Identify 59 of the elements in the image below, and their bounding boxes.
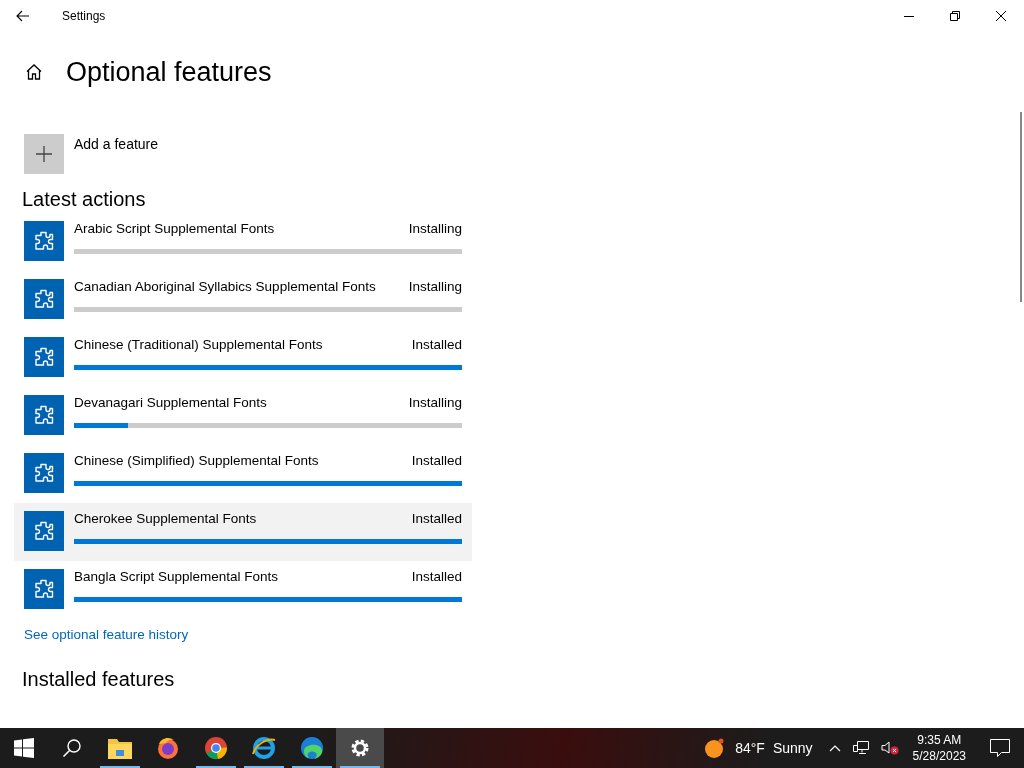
feature-row[interactable]: Chinese (Traditional) Supplemental Fonts Installed — [14, 329, 472, 387]
puzzle-icon — [24, 453, 64, 493]
window-title: Settings — [62, 9, 106, 23]
chevron-up-icon[interactable] — [828, 744, 841, 752]
feature-row[interactable]: Canadian Aboriginal Syllabics Supplemental Fonts Installing — [14, 271, 472, 329]
letter-e-icon — [251, 736, 277, 760]
home-icon[interactable] — [25, 63, 43, 81]
add-feature-label[interactable]: Add a feature — [74, 136, 159, 152]
feature-row[interactable]: Cherokee Supplemental Fonts Installed — [14, 503, 472, 561]
feature-status: Installed — [411, 337, 462, 352]
puzzle-icon — [24, 279, 64, 319]
puzzle-icon — [24, 395, 64, 435]
feature-name: Chinese (Simplified) Supplemental Fonts — [74, 453, 319, 468]
close-icon — [996, 11, 1006, 21]
feature-status: Installed — [411, 511, 462, 526]
muted-speaker-icon[interactable] — [880, 741, 899, 755]
feature-row[interactable]: Arabic Script Supplemental Fonts Installing — [14, 213, 472, 271]
plus-icon — [35, 145, 53, 163]
feature-row[interactable]: Chinese (Simplified) Supplemental Fonts Installed — [14, 445, 472, 503]
weather-condition: Sunny — [772, 740, 813, 756]
browser-circle-icon — [204, 736, 228, 760]
feature-status: Installed — [411, 453, 462, 468]
feature-name: Devanagari Supplemental Fonts — [74, 395, 267, 410]
section-heading: Installed features — [22, 668, 175, 691]
clock-date[interactable]: 5/28/2023 — [912, 749, 966, 763]
add-feature-button[interactable] — [24, 134, 64, 174]
gear-icon — [349, 737, 371, 759]
feature-status: Installing — [408, 395, 462, 410]
browser-fox-icon — [156, 736, 180, 760]
network-icon[interactable] — [852, 741, 869, 755]
feature-row[interactable]: Devanagari Supplemental Fonts Installing — [14, 387, 472, 445]
feature-row[interactable]: Bangla Script Supplemental Fonts Installed — [14, 561, 472, 619]
puzzle-icon — [24, 337, 64, 377]
history-link[interactable]: See optional feature history — [24, 627, 189, 642]
restore-icon — [950, 11, 960, 21]
clock-time[interactable]: 9:35 AM — [917, 733, 962, 747]
section-heading: Latest actions — [22, 188, 146, 211]
sun-icon — [703, 737, 726, 759]
puzzle-icon — [24, 221, 64, 261]
feature-status: Installing — [408, 221, 462, 236]
folder-icon — [108, 737, 132, 759]
feature-name: Arabic Script Supplemental Fonts — [74, 221, 275, 236]
search-icon — [62, 738, 82, 758]
puzzle-icon — [24, 511, 64, 551]
windows-icon — [14, 738, 34, 758]
back-arrow-icon — [16, 10, 30, 22]
wave-circle-icon — [300, 736, 324, 760]
weather-temperature: 84°F — [735, 740, 765, 756]
feature-name: Cherokee Supplemental Fonts — [74, 511, 257, 526]
feature-name: Canadian Aboriginal Syllabics Supplemental Fonts — [74, 279, 376, 294]
feature-status: Installed — [411, 569, 462, 584]
taskbar-app[interactable] — [336, 728, 384, 768]
puzzle-icon — [24, 569, 64, 609]
notification-icon[interactable] — [990, 739, 1010, 757]
page-title: Optional features — [66, 56, 272, 88]
feature-name: Chinese (Traditional) Supplemental Fonts — [74, 337, 323, 352]
feature-name: Bangla Script Supplemental Fonts — [74, 569, 279, 584]
scrollbar[interactable] — [1020, 112, 1022, 302]
feature-status: Installing — [408, 279, 462, 294]
